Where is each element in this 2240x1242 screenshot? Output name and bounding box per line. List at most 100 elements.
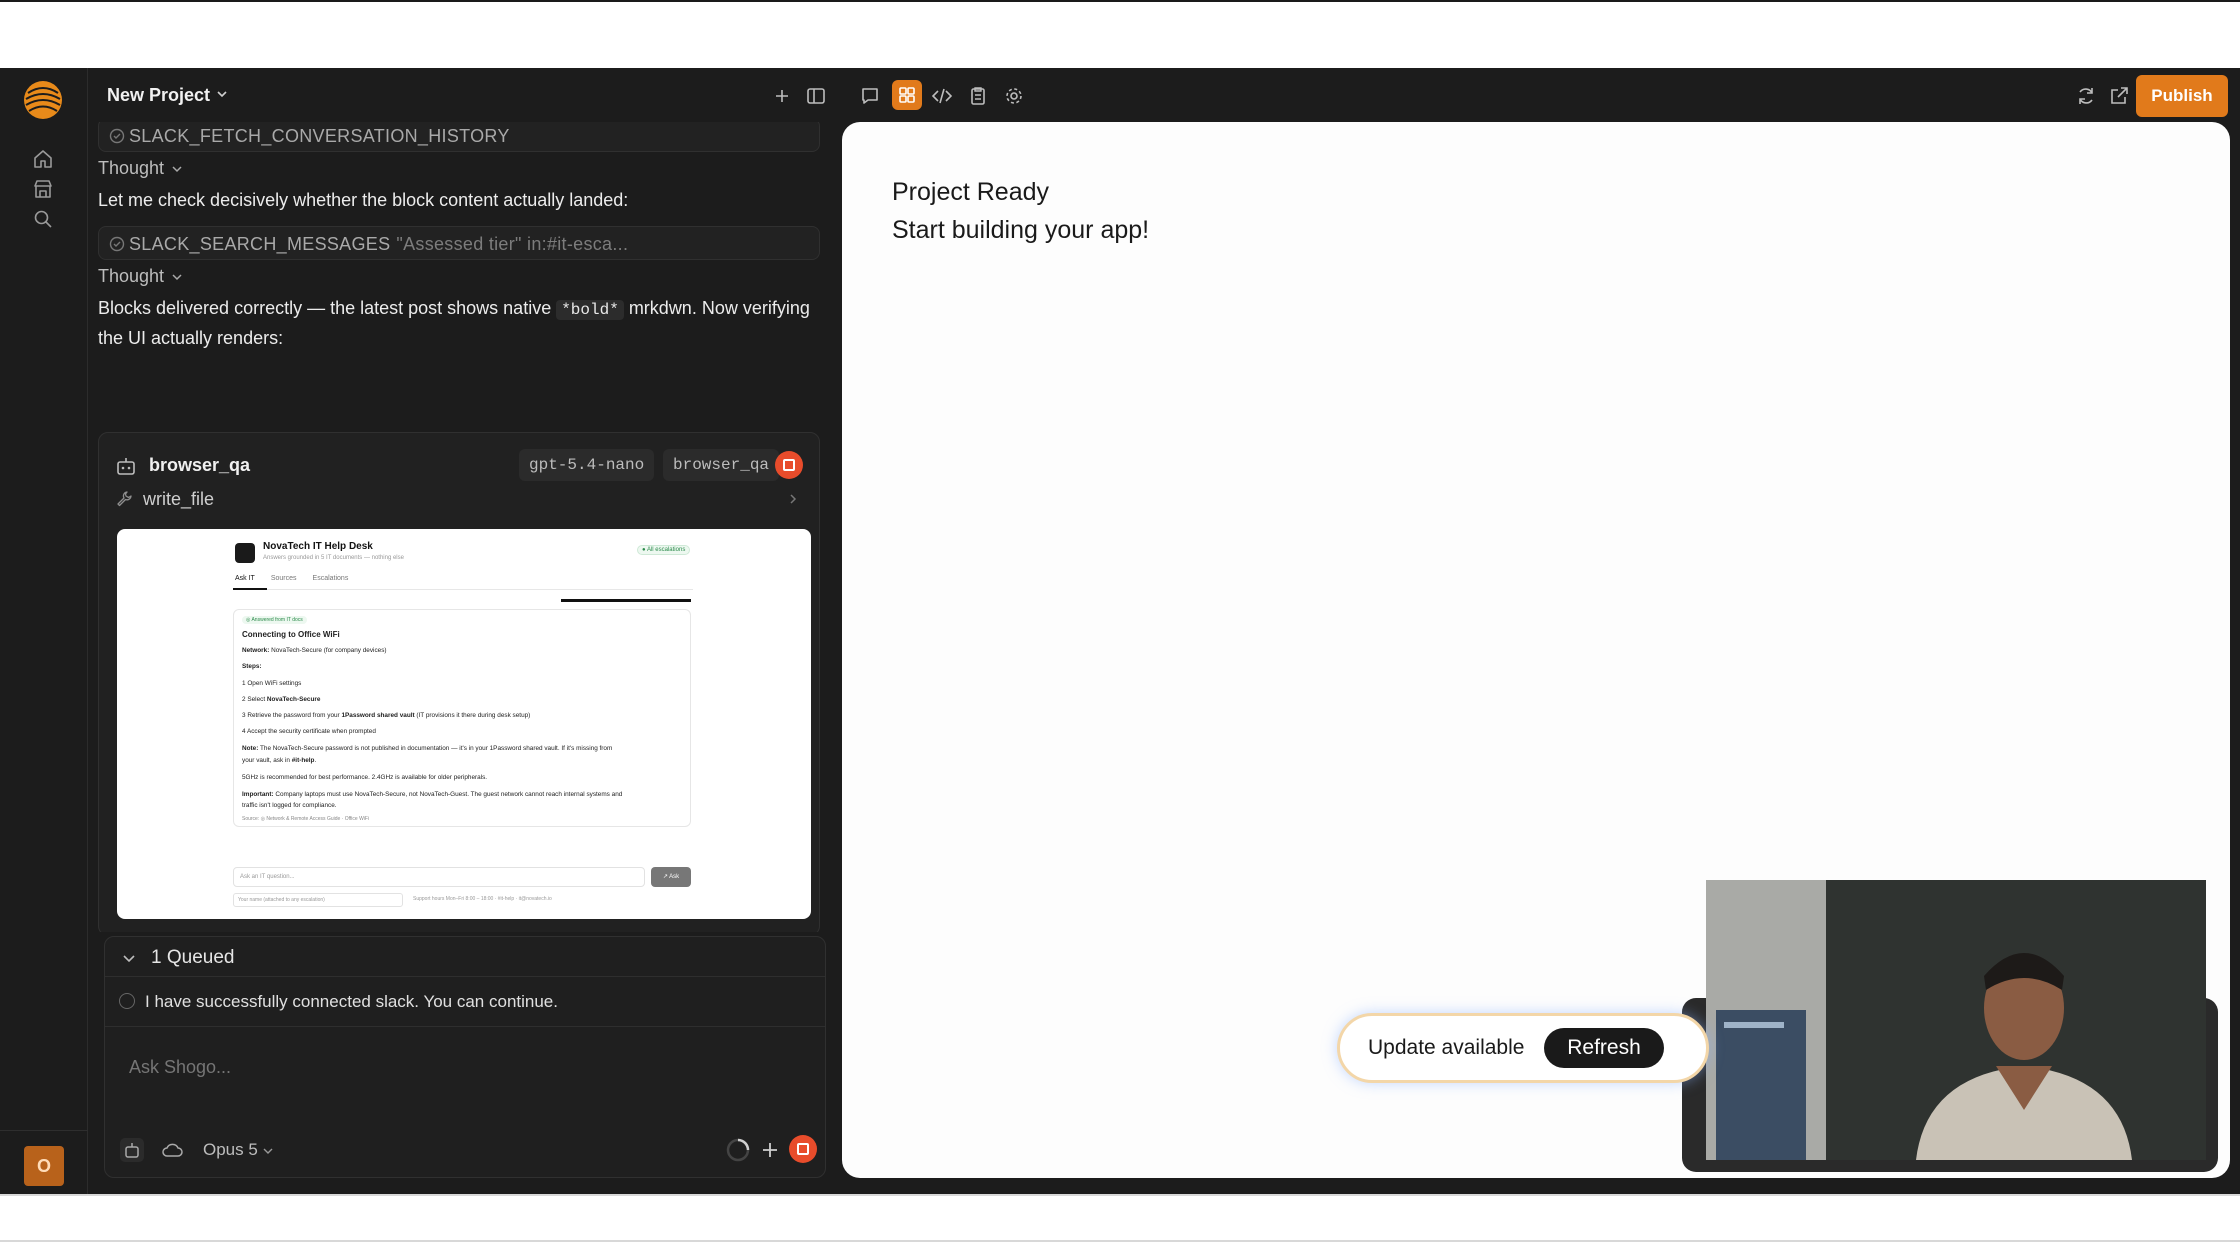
clipboard-icon[interactable]: [966, 84, 990, 108]
queued-message[interactable]: I have successfully connected slack. You…: [105, 977, 825, 1027]
screenshot-bold: Note:: [242, 745, 259, 752]
screenshot-user-bubble: [561, 599, 691, 602]
chevron-down-icon: [263, 1148, 273, 1154]
model-selector[interactable]: Opus 5: [203, 1140, 274, 1160]
chat-header: New Project: [88, 68, 838, 124]
gear-icon[interactable]: [1002, 84, 1026, 108]
subagent-card: browser_qa gpt-5.4-nano browser_qa write…: [98, 432, 820, 932]
screenshot-bold: 1Password shared vault: [341, 712, 415, 719]
screenshot-support-hours: Support hours Mon–Fri 8:00 – 18:00 · #it…: [413, 896, 552, 902]
composer: 1 Queued I have successfully connected s…: [104, 936, 826, 1178]
tool-name-text: SLACK_SEARCH_MESSAGES: [129, 234, 391, 254]
store-icon[interactable]: [31, 177, 55, 201]
window-bottom-edge: [0, 1194, 2240, 1196]
screenshot-line: 2 Select NovaTech-Secure: [242, 696, 320, 703]
assistant-message: Blocks delivered correctly — the latest …: [98, 294, 818, 352]
agent-tag: browser_qa: [663, 449, 780, 481]
webcam-video[interactable]: [1706, 880, 2206, 1160]
cloud-icon[interactable]: [159, 1137, 185, 1163]
screenshot-tab: Escalations: [312, 575, 349, 582]
refresh-button[interactable]: Refresh: [1544, 1028, 1664, 1068]
agent-mode-icon[interactable]: [119, 1137, 145, 1163]
robot-icon: [115, 455, 137, 477]
stop-icon: [783, 459, 795, 471]
message-text: Blocks delivered correctly — the latest …: [98, 298, 557, 318]
queue-header[interactable]: 1 Queued: [105, 937, 825, 977]
stop-icon: [797, 1143, 809, 1155]
preview-grid-tab[interactable]: [892, 80, 922, 110]
chevron-right-icon[interactable]: [785, 491, 801, 507]
tool-call-row[interactable]: SLACK_SEARCH_MESSAGES "Assessed tier" in:…: [98, 226, 820, 260]
assistant-message: Let me check decisively whether the bloc…: [98, 190, 629, 210]
publish-button[interactable]: Publish: [2136, 75, 2228, 117]
message-list[interactable]: SLACK_FETCH_CONVERSATION_HISTORY Thought…: [98, 122, 820, 932]
queued-radio[interactable]: [119, 993, 135, 1009]
thought-toggle[interactable]: Thought: [98, 266, 184, 287]
chat-bubble-icon[interactable]: [858, 84, 882, 108]
screenshot-name-input: Your name (attached to any escalation): [233, 893, 403, 907]
screenshot-text: 2 Select: [242, 696, 267, 703]
model-name: Opus 5: [203, 1140, 258, 1159]
screenshot-source: Source: ◎ Network & Remote Access Guide …: [242, 816, 370, 822]
screenshot-tabs: Ask IT Sources Escalations: [235, 575, 364, 582]
panel-toggle-icon[interactable]: [804, 84, 828, 108]
stop-generation-button[interactable]: [789, 1135, 817, 1163]
screenshot-line: 3 Retrieve the password from your 1Passw…: [242, 712, 530, 719]
check-circle-icon: [109, 236, 125, 252]
subagent-name: browser_qa: [149, 455, 251, 475]
stop-agent-button[interactable]: [775, 451, 803, 479]
screenshot-text: .: [314, 757, 317, 764]
screenshot-text: 3 Retrieve the password from your: [242, 712, 342, 719]
webcam-image: [1706, 880, 2206, 1160]
screenshot-badge: ● All escalations: [637, 545, 691, 555]
home-icon[interactable]: [31, 147, 55, 171]
screenshot-line: traffic isn't logged for compliance.: [242, 802, 337, 809]
screenshot-title: NovaTech IT Help Desk: [263, 541, 373, 552]
screenshot-line: your vault, ask in #it-help.: [242, 757, 316, 764]
screenshot-subtitle: Answers grounded in 5 IT documents — not…: [263, 555, 404, 561]
refresh-icon[interactable]: [2074, 84, 2098, 108]
update-toast: Update available Refresh: [1337, 1013, 1709, 1083]
screenshot-tab-divider: [233, 589, 693, 590]
prompt-input[interactable]: [129, 1057, 729, 1078]
thought-label: Thought: [98, 266, 165, 286]
tool-call-row[interactable]: SLACK_FETCH_CONVERSATION_HISTORY: [98, 122, 820, 152]
screenshot-tab: Ask IT: [235, 575, 255, 582]
screenshot-line: 4 Accept the security certificate when p…: [242, 728, 376, 735]
screenshot-text: your vault, ask in: [242, 757, 292, 764]
add-attachment-plus-icon[interactable]: [757, 1137, 783, 1163]
search-icon[interactable]: [31, 207, 55, 231]
screenshot-bold: Important:: [242, 791, 274, 798]
project-title[interactable]: New Project: [107, 85, 210, 106]
screenshot-line: Note: The NovaTech-Secure password is no…: [242, 745, 612, 752]
screenshot-line: 1 Open WiFi settings: [242, 680, 302, 687]
thought-label: Thought: [98, 158, 165, 178]
screenshot-bold: NovaTech-Secure: [266, 696, 321, 703]
rail-divider: [0, 1130, 88, 1131]
check-circle-icon: [109, 128, 125, 144]
model-tag: gpt-5.4-nano: [519, 449, 655, 481]
screenshot-line: Important: Company laptops must use Nova…: [242, 791, 622, 798]
loading-spinner-icon: [725, 1137, 751, 1163]
open-external-icon[interactable]: [2107, 84, 2131, 108]
screenshot-heading: Connecting to Office WiFi: [242, 630, 340, 639]
update-text: Update available: [1368, 1036, 1525, 1059]
screenshot-bold: Steps:: [242, 663, 262, 670]
thought-toggle[interactable]: Thought: [98, 158, 184, 179]
screenshot-line: Steps:: [242, 663, 262, 670]
code-icon[interactable]: [930, 84, 954, 108]
screenshot-ask-button: ↗ Ask: [651, 867, 691, 887]
queued-message-text: I have successfully connected slack. You…: [145, 992, 558, 1011]
grid-icon: [899, 87, 915, 103]
inline-code: *bold*: [556, 300, 624, 320]
chevron-down-icon[interactable]: [214, 86, 230, 102]
app-logo-icon[interactable]: [22, 79, 64, 121]
screenshot-line: 5GHz is recommended for best performance…: [242, 774, 488, 781]
screenshot-tab: Sources: [270, 575, 297, 582]
screenshot-question-input: Ask an IT question...: [233, 867, 645, 887]
user-avatar[interactable]: O: [24, 1146, 64, 1186]
nav-rail: O: [0, 68, 88, 1194]
browser-screenshot: NovaTech IT Help Desk Answers grounded i…: [117, 529, 811, 919]
new-chat-plus-icon[interactable]: [770, 84, 794, 108]
helpdesk-logo-icon: [235, 543, 255, 563]
